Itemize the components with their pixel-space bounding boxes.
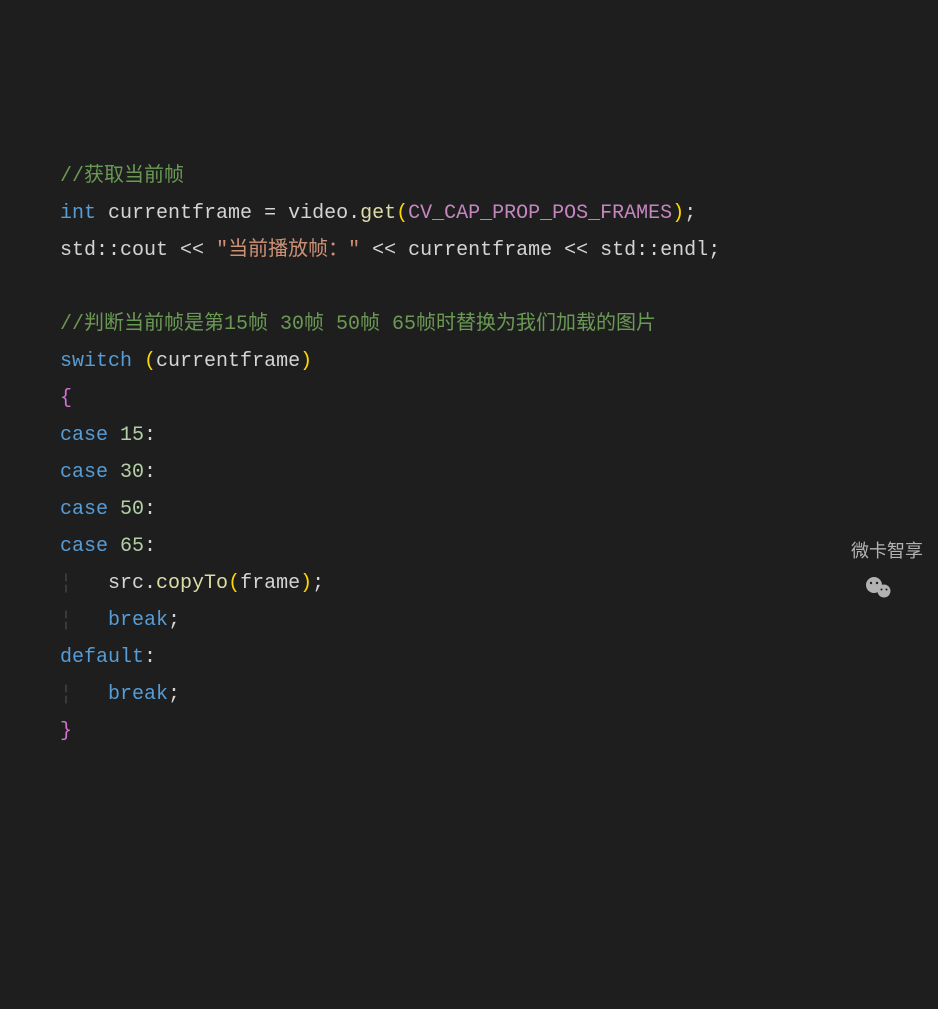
code-line-4: [60, 269, 938, 306]
watermark-text: 微卡智享: [851, 535, 923, 568]
code-line-2: int currentframe = video.get(CV_CAP_PROP…: [60, 195, 938, 232]
code-line-15: ¦ break;: [60, 676, 938, 713]
code-block[interactable]: //获取当前帧int currentframe = video.get(CV_C…: [60, 158, 938, 750]
code-line-12: ¦ src.copyTo(frame);: [60, 565, 938, 602]
watermark: 微卡智享: [817, 535, 923, 568]
code-line-1: //获取当前帧: [60, 158, 938, 195]
code-line-10: case 50:: [60, 491, 938, 528]
wechat-icon: [817, 539, 845, 563]
code-line-6: switch (currentframe): [60, 343, 938, 380]
code-line-9: case 30:: [60, 454, 938, 491]
code-line-13: ¦ break;: [60, 602, 938, 639]
code-line-3: std::cout << "当前播放帧：" << currentframe <<…: [60, 232, 938, 269]
code-line-16: }: [60, 713, 938, 750]
code-line-5: //判断当前帧是第15帧 30帧 50帧 65帧时替换为我们加载的图片: [60, 306, 938, 343]
code-line-7: {: [60, 380, 938, 417]
code-line-14: default:: [60, 639, 938, 676]
code-line-11: case 65:: [60, 528, 938, 565]
code-line-8: case 15:: [60, 417, 938, 454]
